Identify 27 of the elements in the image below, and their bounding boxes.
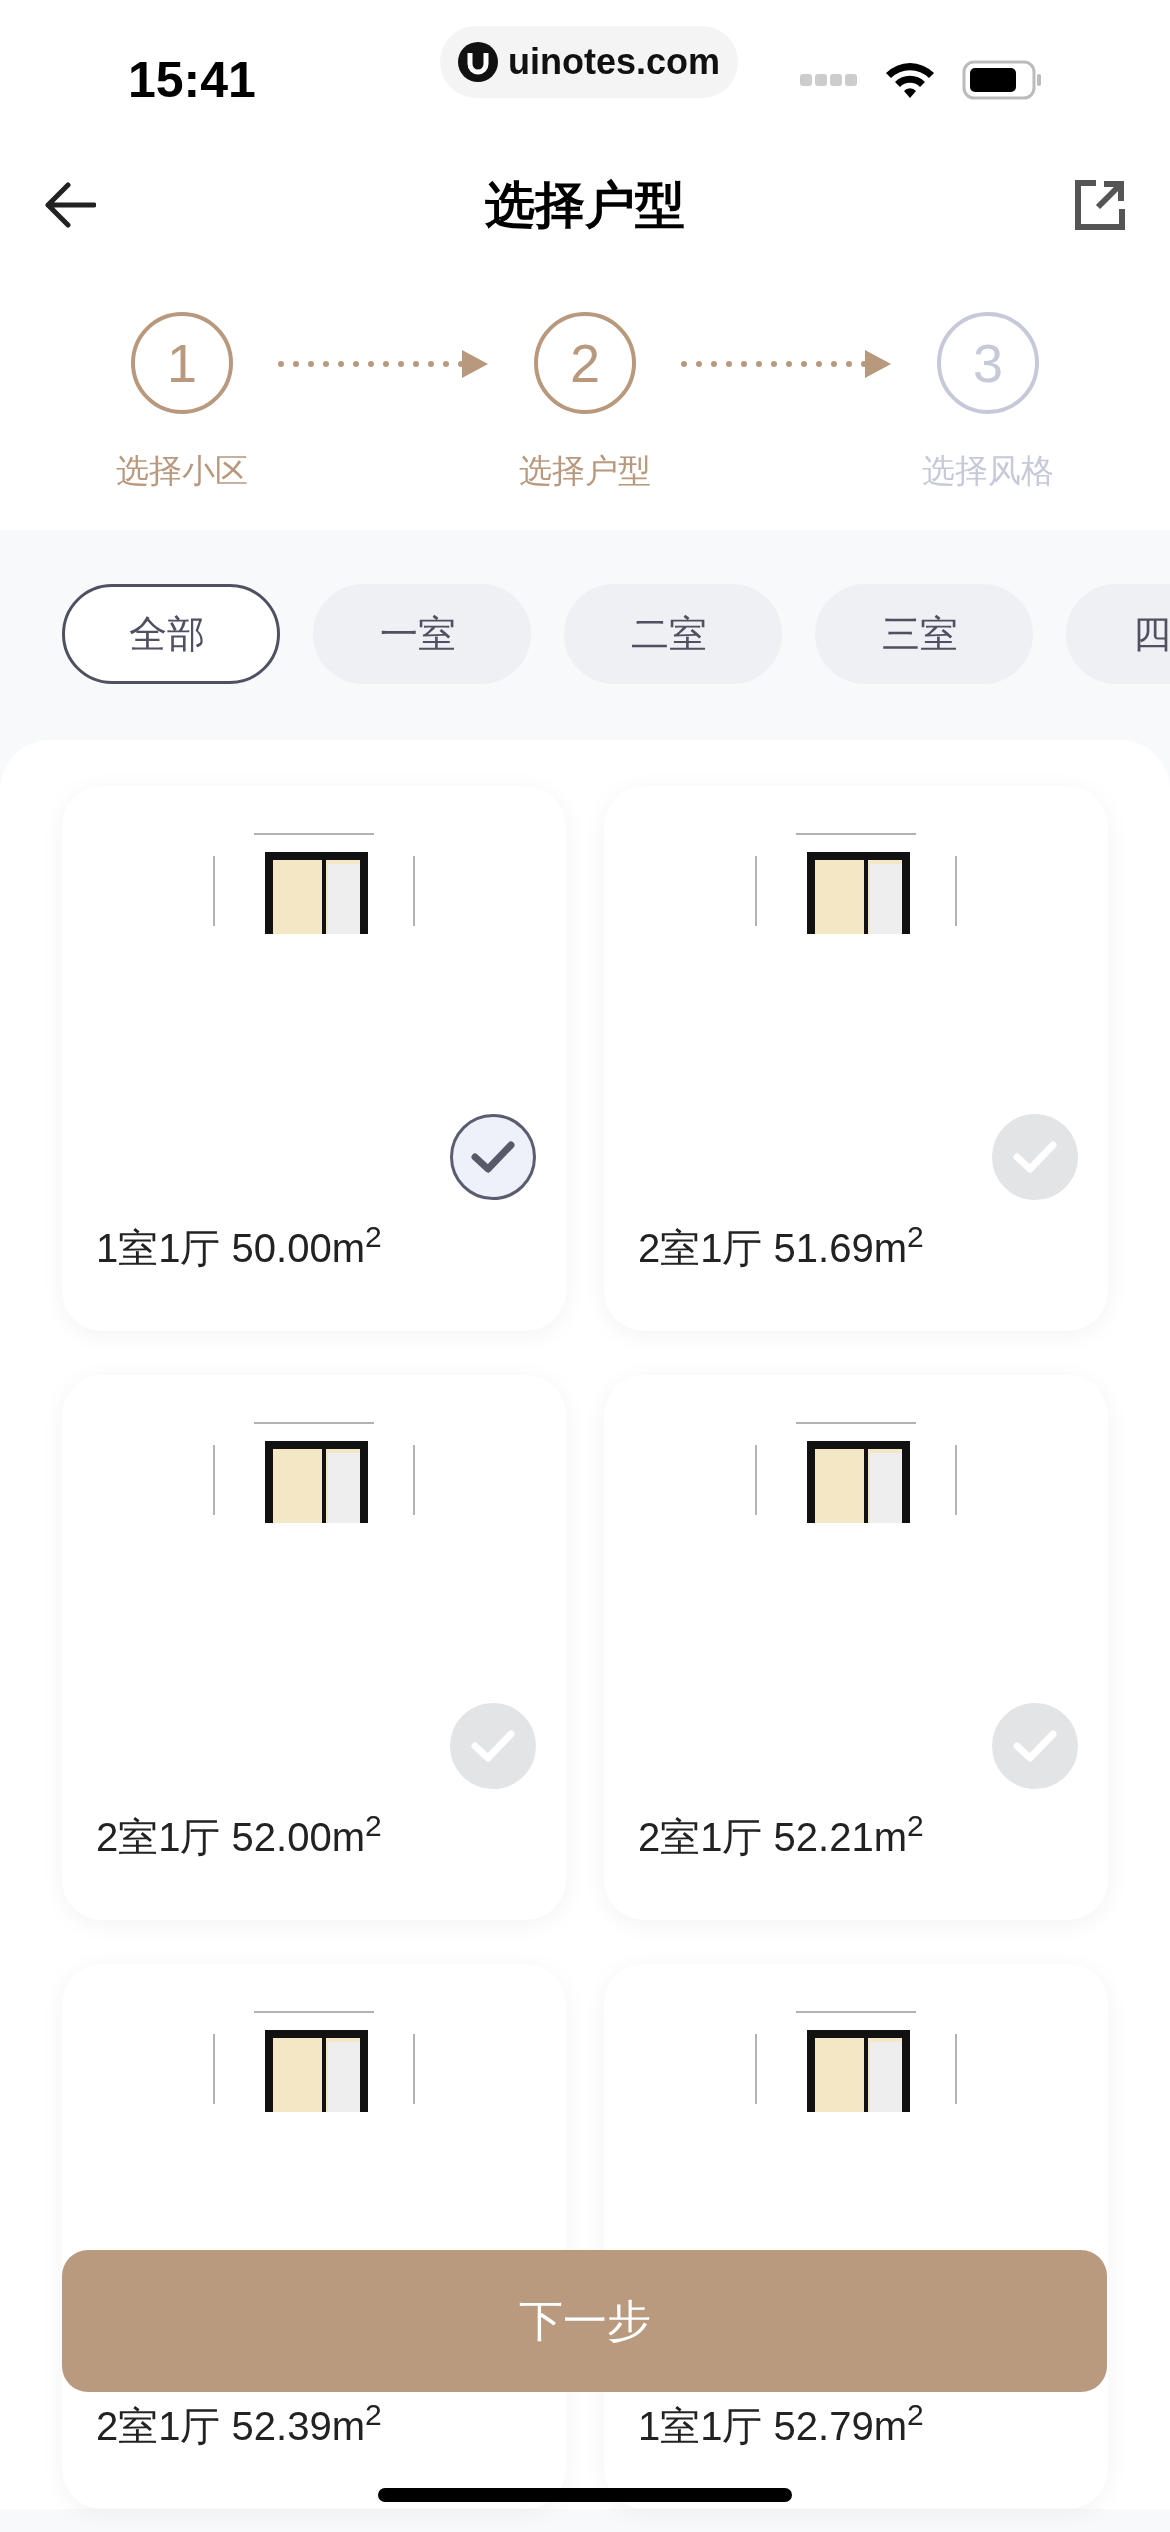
step-label: 选择风格 <box>922 451 1054 491</box>
layout-card[interactable]: 1室1厅 50.00m$^{2}$ <box>62 786 566 1331</box>
filter-chip[interactable]: 二室 <box>564 584 782 684</box>
share-icon[interactable] <box>1074 179 1126 231</box>
step-label: 选择户型 <box>519 451 651 491</box>
layout-title: 2室1厅 52.39m$^{2}$ <box>96 2397 382 2450</box>
layout-title: 2室1厅 52.21m$^{2}$ <box>638 1808 924 1861</box>
filter-chip[interactable]: 四 <box>1066 584 1170 684</box>
layout-title: 1室1厅 52.79m$^{2}$ <box>638 2397 924 2450</box>
layout-card[interactable]: 2室1厅 52.00m$^{2}$ <box>62 1375 566 1920</box>
back-icon[interactable] <box>44 182 96 228</box>
url-text: uinotes.com <box>508 40 721 84</box>
filter-chip[interactable]: 一室 <box>313 584 531 684</box>
layout-title: 1室1厅 50.00m$^{2}$ <box>96 1219 382 1272</box>
layout-title: 2室1厅 52.00m$^{2}$ <box>96 1808 382 1861</box>
layout-title: 2室1厅 51.69m$^{2}$ <box>638 1219 924 1272</box>
layout-card[interactable]: 2室1厅 51.69m$^{2}$ <box>604 786 1108 1331</box>
battery-icon <box>962 60 1042 100</box>
wifi-icon <box>884 61 936 99</box>
page-title: 选择户型 <box>485 175 685 235</box>
filter-chip[interactable]: 全部 <box>62 584 280 684</box>
logo-icon <box>458 42 498 82</box>
status-time: 15:41 <box>128 50 256 110</box>
layout-card[interactable]: 2室1厅 52.21m$^{2}$ <box>604 1375 1108 1920</box>
step-label: 选择小区 <box>116 451 248 491</box>
filter-chip[interactable]: 三室 <box>815 584 1033 684</box>
signal-icon <box>800 73 858 87</box>
